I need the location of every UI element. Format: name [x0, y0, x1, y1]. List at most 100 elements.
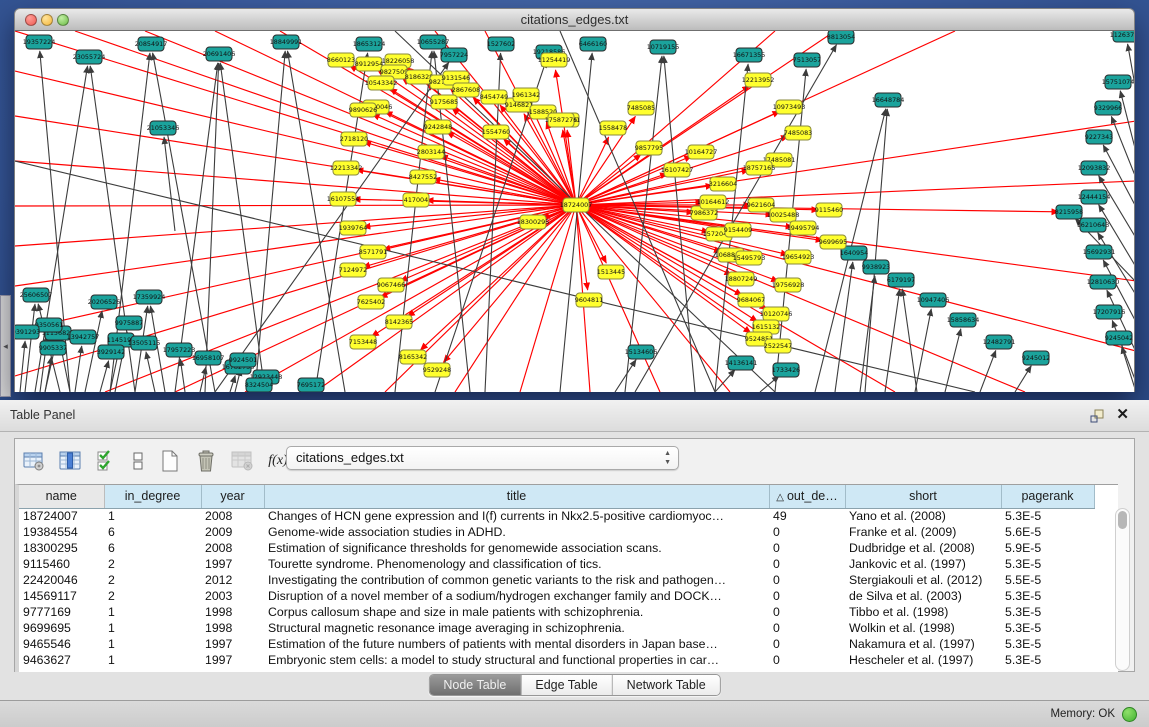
column-header-out_de[interactable]: △out_de… — [769, 485, 845, 508]
network-node[interactable]: 7513057 — [793, 53, 821, 67]
network-node[interactable]: 9684067 — [737, 293, 765, 307]
delete-table-icon[interactable] — [193, 448, 219, 474]
network-node[interactable]: 9245042 — [1105, 331, 1133, 345]
network-node[interactable]: 16958107 — [192, 351, 225, 365]
table-row[interactable]: 911546021997Tourette syndrome. Phenomeno… — [19, 556, 1094, 572]
network-node[interactable]: 9938923 — [862, 260, 890, 274]
table-scrollbar[interactable] — [1115, 508, 1130, 671]
network-node[interactable]: 9857795 — [635, 141, 663, 155]
network-node[interactable]: 8427552 — [409, 170, 437, 184]
network-node[interactable]: 3929142 — [97, 345, 125, 359]
network-node[interactable]: 9115460 — [815, 203, 843, 217]
network-node[interactable]: 16648784 — [872, 93, 905, 107]
network-node[interactable]: 16107427 — [661, 163, 694, 177]
network-node[interactable]: 6466160 — [579, 37, 607, 51]
network-node[interactable]: 10025488 — [767, 208, 800, 222]
network-canvas[interactable]: 1872400719357224230557242085491720691406… — [14, 31, 1135, 392]
table-row[interactable]: 1830029562008Estimation of significance … — [19, 540, 1094, 556]
new-table-icon[interactable] — [157, 448, 183, 474]
network-node[interactable]: 20206526 — [88, 295, 121, 309]
network-node[interactable]: 19357224 — [23, 35, 56, 49]
network-node[interactable]: 9329966 — [1094, 101, 1122, 115]
row-height-icon[interactable] — [129, 448, 147, 474]
network-node[interactable]: 9175685 — [430, 95, 458, 109]
tab-node-table[interactable]: Node Table — [429, 675, 521, 695]
table-row[interactable]: 1938455462009Genome-wide association stu… — [19, 524, 1094, 540]
network-node[interactable]: 9245012 — [1022, 351, 1050, 365]
column-header-name[interactable]: name — [19, 485, 104, 508]
network-node[interactable]: 9604811 — [575, 293, 603, 307]
network-node[interactable]: 7957224 — [440, 48, 468, 62]
network-node[interactable]: 10543342 — [365, 76, 398, 90]
network-node[interactable]: 25606507 — [20, 288, 53, 302]
network-node[interactable]: 18724007 — [560, 198, 593, 212]
network-node[interactable]: 10164727 — [685, 145, 718, 159]
network-node[interactable]: 2522547 — [764, 339, 792, 353]
network-node[interactable]: 9924501 — [229, 353, 257, 367]
table-row[interactable]: 946362711997Embryonic stem cells: a mode… — [19, 652, 1094, 668]
network-node[interactable]: 16107554 — [327, 192, 360, 206]
network-node[interactable]: 1961342 — [512, 88, 540, 102]
network-node[interactable]: 18849991 — [270, 35, 303, 49]
network-node[interactable]: 11263773 — [1110, 31, 1135, 42]
network-node[interactable]: 19654923 — [782, 250, 815, 264]
network-node[interactable]: 8324504 — [245, 378, 273, 392]
tab-edge-table[interactable]: Edge Table — [521, 675, 612, 695]
network-node[interactable]: 10120746 — [760, 307, 793, 321]
network-node[interactable]: 12810630 — [1087, 275, 1120, 289]
zoom-window-button[interactable] — [57, 14, 69, 26]
network-node[interactable]: 10947406 — [917, 293, 950, 307]
network-node[interactable]: 9975887 — [115, 316, 143, 330]
table-row[interactable]: 1456911722003Disruption of a novel membe… — [19, 588, 1094, 604]
network-node[interactable]: 417004 — [403, 193, 429, 207]
network-node[interactable]: 1558478 — [599, 121, 627, 135]
network-node[interactable]: 7485083 — [784, 126, 812, 140]
network-node[interactable]: 15858634 — [947, 313, 980, 327]
tab-network-table[interactable]: Network Table — [613, 675, 720, 695]
network-node[interactable]: 6179197 — [887, 273, 915, 287]
network-node[interactable]: 16671355 — [733, 48, 766, 62]
network-node[interactable]: 12482791 — [983, 335, 1016, 349]
network-node[interactable]: 2718120 — [340, 132, 368, 146]
network-node[interactable]: 2867608 — [452, 83, 480, 97]
network-node[interactable]: 8165342 — [399, 350, 427, 364]
network-node[interactable]: 10719155 — [647, 40, 680, 54]
network-node[interactable]: 12213952 — [742, 73, 775, 87]
network-node[interactable]: 9905337 — [39, 341, 67, 355]
network-node[interactable]: 9227343 — [1085, 130, 1113, 144]
table-row[interactable]: 946554611997Estimation of the future num… — [19, 636, 1094, 652]
network-node[interactable]: 17587276 — [545, 113, 578, 127]
network-node[interactable]: 7124972 — [339, 263, 367, 277]
network-node[interactable]: 12444154 — [1078, 190, 1111, 204]
network-node[interactable]: 16210643 — [1077, 218, 1110, 232]
network-node[interactable]: 10655287 — [417, 35, 450, 49]
network-node[interactable]: 8215958 — [1055, 205, 1083, 219]
network-node[interactable]: 12213342 — [330, 161, 363, 175]
show-column-icon[interactable] — [57, 448, 83, 474]
network-node[interactable]: 2803144 — [417, 145, 445, 159]
network-node[interactable]: 1527602 — [487, 37, 515, 51]
column-header-in_degree[interactable]: in_degree — [104, 485, 201, 508]
network-node[interactable]: 18653124 — [353, 37, 386, 51]
network-node[interactable]: 18807249 — [725, 272, 758, 286]
network-node[interactable]: 1554760 — [482, 125, 510, 139]
column-header-year[interactable]: year — [201, 485, 264, 508]
network-node[interactable]: 1939764 — [339, 221, 367, 235]
collapse-left-strip[interactable]: ◂ — [0, 295, 11, 397]
table-selector-dropdown[interactable]: citations_edges.txt ▲▼ — [286, 446, 679, 470]
network-node[interactable]: 10164612 — [697, 195, 730, 209]
network-node[interactable]: 7153448 — [349, 335, 377, 349]
network-node[interactable]: 15692931 — [1083, 245, 1116, 259]
float-window-icon[interactable] — [1089, 408, 1105, 424]
network-node[interactable]: 7625402 — [357, 295, 385, 309]
network-node[interactable]: 18300295 — [517, 215, 550, 229]
table-row[interactable]: 1872400712008Changes of HCN gene express… — [19, 508, 1094, 524]
network-node[interactable]: 9529248 — [423, 363, 451, 377]
network-node[interactable]: 18757165 — [743, 161, 776, 175]
network-node[interactable]: 20691406 — [203, 47, 236, 61]
network-node[interactable]: 3216604 — [709, 177, 737, 191]
network-node[interactable]: 9067466 — [377, 278, 405, 292]
minimize-window-button[interactable] — [41, 14, 53, 26]
network-node[interactable]: 21053346 — [147, 121, 180, 135]
network-node[interactable]: 8813054 — [827, 31, 855, 44]
